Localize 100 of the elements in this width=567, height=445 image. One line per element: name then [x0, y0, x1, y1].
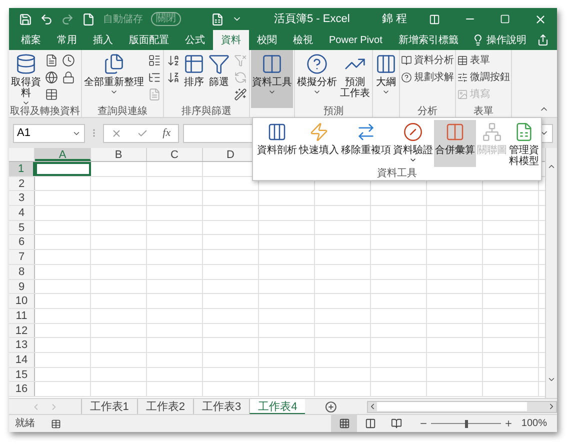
- question-icon: [306, 53, 328, 75]
- sort-ascending-icon: [166, 54, 180, 67]
- cancel-icon[interactable]: [111, 128, 122, 138]
- horizontal-scrollbar[interactable]: [367, 400, 557, 412]
- row-header[interactable]: 9: [9, 280, 35, 294]
- columns-icon: [267, 122, 287, 142]
- ribbon-tab[interactable]: 檢視: [285, 30, 321, 50]
- group-label: 分析: [418, 107, 438, 117]
- dropdown-item[interactable]: 移除重複項: [340, 120, 392, 167]
- row-header[interactable]: 8: [9, 264, 35, 278]
- row-header[interactable]: 6: [9, 235, 35, 250]
- zoom-in-icon[interactable]: [504, 419, 514, 428]
- window-title: 活頁簿5 - Excel: [274, 12, 350, 27]
- refresh-icon: [234, 71, 246, 84]
- macro-record-icon[interactable]: [51, 418, 61, 428]
- row-header[interactable]: 7: [9, 250, 35, 264]
- undo-icon[interactable]: [40, 12, 53, 26]
- share-icon[interactable]: [537, 34, 549, 46]
- image-icon: [457, 89, 468, 100]
- row-header[interactable]: 1: [9, 162, 35, 176]
- zoom-level[interactable]: 100%: [521, 416, 547, 431]
- documents-icon: [103, 53, 125, 75]
- ribbon-icon-button[interactable]: [43, 86, 59, 103]
- new-file-icon[interactable]: [82, 12, 95, 26]
- clear-filter-icon: [234, 54, 246, 67]
- columns-icon: [261, 53, 283, 75]
- sheet-tab[interactable]: 工作表4: [249, 398, 306, 414]
- close-icon[interactable]: [534, 12, 547, 26]
- row-header[interactable]: 11: [9, 308, 35, 323]
- ribbon-small-button[interactable]: 規劃求解: [401, 69, 454, 86]
- ribbon-icon-button[interactable]: [232, 86, 248, 103]
- list-tree-icon: [148, 71, 160, 84]
- row-header[interactable]: 15: [9, 368, 35, 382]
- active-cell[interactable]: [35, 162, 91, 176]
- dropdown-item[interactable]: 資料驗證: [392, 120, 434, 167]
- sliders-icon: [457, 72, 468, 83]
- ribbon-tab[interactable]: 常用: [49, 30, 85, 50]
- column-header[interactable]: B: [91, 148, 147, 161]
- row-header[interactable]: 5: [9, 220, 35, 234]
- column-header[interactable]: C: [147, 148, 203, 161]
- ribbon-icon-button[interactable]: [43, 69, 59, 86]
- row-header[interactable]: 14: [9, 352, 35, 367]
- vertical-scrollbar[interactable]: [545, 148, 557, 398]
- scroll-right-icon[interactable]: [547, 402, 556, 411]
- form-icon[interactable]: [211, 12, 224, 26]
- tell-me-button[interactable]: 操作說明: [472, 30, 526, 50]
- sort-descending-icon: [166, 71, 180, 84]
- row-header[interactable]: 16: [9, 382, 35, 396]
- ribbon-small-button[interactable]: 微調按鈕: [457, 69, 510, 86]
- name-box[interactable]: A1: [13, 124, 85, 142]
- lock-icon: [62, 71, 74, 84]
- group-label: 查詢與連線: [98, 107, 148, 117]
- ribbon-tab[interactable]: 校閱: [249, 30, 285, 50]
- ribbon-icon-button[interactable]: [60, 52, 76, 69]
- column-header[interactable]: A: [35, 148, 91, 161]
- group-label: 取得及轉換資料: [10, 107, 80, 117]
- ribbon-tab[interactable]: Power Pivot: [321, 30, 390, 50]
- autosave-label: 自動儲存: [103, 12, 143, 26]
- document-icon: [148, 88, 160, 101]
- ribbon-display-icon[interactable]: [429, 14, 440, 24]
- ribbon-small-button[interactable]: 資料分析: [401, 52, 454, 69]
- insert-function-button[interactable]: fx: [162, 124, 171, 142]
- status-text: 就緒: [15, 416, 35, 431]
- view-button[interactable]: [331, 414, 358, 432]
- ribbon-tab[interactable]: 版面配置: [121, 30, 177, 50]
- dropdown-item[interactable]: 快速填入: [298, 120, 340, 167]
- diagram-icon: [482, 122, 502, 142]
- enter-icon[interactable]: [137, 128, 148, 138]
- ribbon-tab[interactable]: 檔案: [13, 30, 49, 50]
- ribbon-tab[interactable]: 新增索引標籤: [390, 30, 466, 50]
- columns-icon: [445, 122, 465, 142]
- ribbon-icon-button[interactable]: [146, 52, 162, 69]
- ribbon-tab[interactable]: 插入: [85, 30, 121, 50]
- row-header[interactable]: 2: [9, 176, 35, 190]
- zoom-thumb[interactable]: [465, 420, 468, 428]
- ribbon-button[interactable]: 資料工具: [251, 50, 293, 108]
- row-header[interactable]: 3: [9, 191, 35, 206]
- dropdown-item[interactable]: 管理資 料模型: [508, 120, 540, 167]
- table-icon: [44, 88, 58, 101]
- ribbon-icon-button[interactable]: [60, 69, 76, 86]
- lightning-icon: [309, 122, 329, 142]
- database-icon: [15, 53, 37, 75]
- ribbon-tab[interactable]: 資料: [213, 30, 249, 50]
- dropdown-item[interactable]: 合併彙算: [434, 120, 476, 167]
- ribbon-tab[interactable]: 公式: [177, 30, 213, 50]
- dropdown-item[interactable]: 資料剖析: [256, 120, 298, 167]
- scroll-down-icon[interactable]: [547, 375, 556, 384]
- maximize-icon[interactable]: [500, 14, 510, 24]
- ribbon-button[interactable]: 大綱: [374, 50, 398, 108]
- add-sheet-icon[interactable]: [325, 400, 338, 412]
- row-header[interactable]: 4: [9, 206, 35, 220]
- row-header[interactable]: 13: [9, 338, 35, 352]
- ribbon-small-button[interactable]: 表單: [457, 52, 510, 69]
- scroll-up-icon[interactable]: [547, 162, 556, 171]
- row-header[interactable]: 12: [9, 324, 35, 338]
- zoom-slider[interactable]: [431, 420, 502, 428]
- list-icon: [148, 54, 160, 67]
- row-header[interactable]: 10: [9, 294, 35, 308]
- save-icon[interactable]: [19, 12, 32, 26]
- globe-icon: [44, 71, 58, 84]
